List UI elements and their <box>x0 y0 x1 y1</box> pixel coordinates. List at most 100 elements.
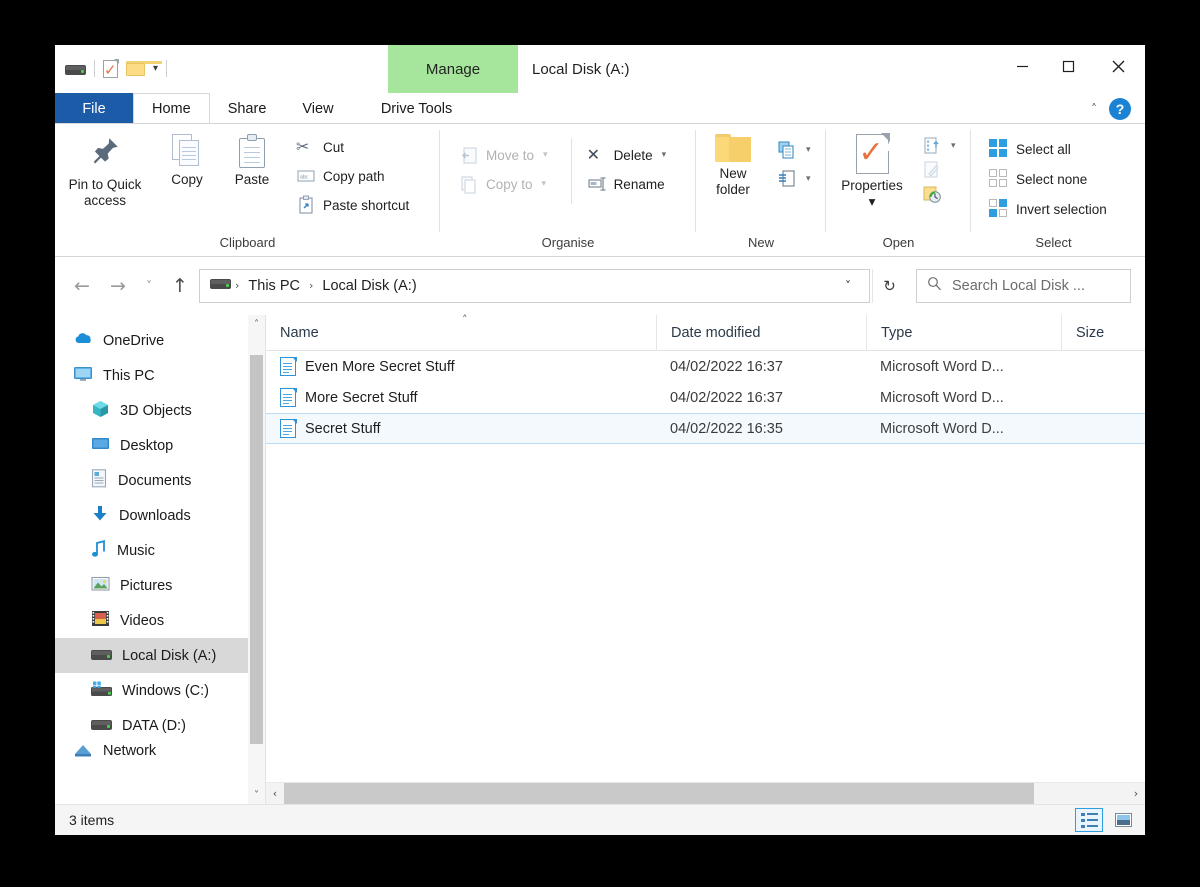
file-date-cell: 04/02/2022 16:35 <box>670 420 783 437</box>
column-header-date-modified[interactable]: Date modified <box>656 315 866 350</box>
easy-access-button[interactable]: ▾ <box>770 165 818 193</box>
music-icon <box>91 539 107 562</box>
recent-locations-button[interactable]: ˅ <box>137 269 161 303</box>
svg-text:abc: abc <box>300 175 309 181</box>
quick-access-toolbar: ✓ ▾ <box>55 45 168 81</box>
file-list-rows: Even More Secret Stuff 04/02/2022 16:37 … <box>266 351 1145 782</box>
select-commands: Select all Select none Invert selection <box>985 133 1111 222</box>
up-button[interactable]: ↑ <box>163 269 197 303</box>
new-folder-button[interactable]: New folder <box>696 130 770 198</box>
tab-share[interactable]: Share <box>210 93 285 124</box>
paste-button[interactable]: Paste <box>219 130 285 188</box>
sidebar-item-local-disk-a[interactable]: Local Disk (A:) <box>55 638 265 673</box>
sidebar-item-onedrive[interactable]: OneDrive <box>55 323 265 358</box>
copy-button[interactable]: Copy <box>155 130 219 188</box>
tab-drive-tools[interactable]: Drive Tools <box>351 93 482 124</box>
sidebar-item-music[interactable]: Music <box>55 533 265 568</box>
table-row[interactable]: Even More Secret Stuff 04/02/2022 16:37 … <box>266 351 1145 382</box>
nav-scroll-thumb[interactable] <box>250 355 263 744</box>
breadcrumb[interactable]: › This PC › Local Disk (A:) ˅ <box>199 268 870 303</box>
hscroll-thumb[interactable] <box>284 783 1035 804</box>
hscroll-track[interactable] <box>284 783 1127 804</box>
paste-icon <box>239 134 265 168</box>
select-all-button[interactable]: Select all <box>985 136 1111 162</box>
select-none-button[interactable]: Select none <box>985 166 1111 192</box>
help-button[interactable]: ? <box>1109 97 1131 120</box>
breadcrumb-local-disk-a[interactable]: Local Disk (A:) <box>317 278 421 294</box>
minimize-button[interactable] <box>999 45 1045 87</box>
file-explorer-window: ✓ ▾ Manage Local Disk (A:) File Home Sha… <box>55 45 1145 835</box>
sidebar-item-network[interactable]: Network <box>55 743 265 761</box>
pin-to-quick-access-label: Pin to Quick access <box>68 177 142 208</box>
sidebar-item-videos-label: Videos <box>120 612 165 629</box>
column-header-size[interactable]: Size <box>1061 315 1141 350</box>
edit-button[interactable] <box>918 158 960 182</box>
tab-home[interactable]: Home <box>133 93 210 124</box>
tab-view[interactable]: View <box>284 93 351 124</box>
refresh-button[interactable]: ↻ <box>872 268 906 303</box>
drive-icon[interactable] <box>65 62 86 76</box>
new-folder-icon[interactable] <box>126 61 162 76</box>
pin-to-quick-access-button[interactable]: Pin to Quick access <box>55 130 155 209</box>
sidebar-item-downloads[interactable]: Downloads <box>55 498 265 533</box>
new-item-button[interactable]: ▾ <box>770 136 818 164</box>
sidebar-item-windows-c[interactable]: Windows (C:) <box>55 673 265 708</box>
sidebar-item-this-pc[interactable]: This PC <box>55 358 265 393</box>
file-type-cell: Microsoft Word D... <box>880 358 1004 375</box>
sidebar-item-documents[interactable]: Documents <box>55 463 265 498</box>
table-row[interactable]: Secret Stuff 04/02/2022 16:35 Microsoft … <box>266 413 1145 444</box>
hscroll-left-icon[interactable]: ‹ <box>266 783 284 804</box>
nav-scroll-up-icon[interactable]: ˄ <box>248 315 265 333</box>
navigation-pane-scrollbar[interactable]: ˄ ˅ <box>248 315 265 804</box>
back-button[interactable]: ← <box>65 269 99 303</box>
qat-dropdown-icon[interactable]: ▾ <box>153 63 158 74</box>
collapse-ribbon-icon[interactable]: ˄ <box>1091 102 1097 116</box>
copy-to-icon <box>459 174 479 194</box>
copy-path-button[interactable]: abc Copy path <box>289 162 416 190</box>
copy-to-button[interactable]: Copy to ▾ <box>452 170 555 198</box>
column-header-name[interactable]: Name ˄ <box>266 313 656 350</box>
address-bar: ← → ˅ ↑ › This PC › Local Disk (A:) ˅ ↻ <box>55 257 1145 315</box>
large-icons-view-icon <box>1114 813 1132 827</box>
properties-icon[interactable]: ✓ <box>103 58 119 78</box>
large-icons-view-button[interactable] <box>1109 808 1137 832</box>
properties-button[interactable]: ✓ Properties ▾ <box>826 130 918 210</box>
search-box[interactable] <box>916 268 1131 303</box>
tab-file[interactable]: File <box>55 93 133 124</box>
cut-button[interactable]: ✂ Cut <box>289 133 416 161</box>
move-to-button[interactable]: Move to ▾ <box>452 141 555 169</box>
close-button[interactable] <box>1091 45 1145 87</box>
nav-scroll-down-icon[interactable]: ˅ <box>248 786 265 804</box>
sidebar-item-pictures[interactable]: Pictures <box>55 568 265 603</box>
rename-button[interactable]: Rename <box>580 170 674 198</box>
details-view-button[interactable] <box>1075 808 1103 832</box>
sidebar-item-desktop[interactable]: Desktop <box>55 428 265 463</box>
sidebar-item-data-d[interactable]: DATA (D:) <box>55 708 265 743</box>
maximize-button[interactable] <box>1045 45 1091 87</box>
paste-shortcut-button[interactable]: Paste shortcut <box>289 191 416 219</box>
sidebar-item-desktop-label: Desktop <box>120 437 174 454</box>
hscroll-right-icon[interactable]: › <box>1127 783 1145 804</box>
delete-button[interactable]: ✕ Delete ▾ <box>580 141 674 169</box>
open-button[interactable]: ▾ <box>918 134 960 158</box>
qat-separator-1 <box>94 60 95 77</box>
forward-button[interactable]: → <box>101 269 135 303</box>
paste-shortcut-label: Paste shortcut <box>323 197 410 213</box>
sidebar-item-3d-objects[interactable]: 3D Objects <box>55 393 265 428</box>
file-list-horizontal-scrollbar[interactable]: ‹ › <box>266 782 1145 804</box>
breadcrumb-dropdown-icon[interactable]: ˅ <box>833 270 863 302</box>
window-title: Local Disk (A:) <box>532 45 630 93</box>
breadcrumb-this-pc[interactable]: This PC <box>243 278 305 294</box>
select-all-icon <box>989 139 1009 159</box>
search-input[interactable] <box>950 276 1120 295</box>
select-none-icon <box>989 169 1009 189</box>
table-row[interactable]: More Secret Stuff 04/02/2022 16:37 Micro… <box>266 382 1145 413</box>
invert-selection-button[interactable]: Invert selection <box>985 196 1111 222</box>
file-type-cell: Microsoft Word D... <box>880 389 1004 406</box>
network-icon <box>73 743 93 761</box>
sidebar-item-videos[interactable]: Videos <box>55 603 265 638</box>
column-header-type[interactable]: Type <box>866 315 1061 350</box>
history-button[interactable] <box>918 182 960 206</box>
copy-to-label: Copy to <box>486 176 533 192</box>
file-name-label: Secret Stuff <box>305 420 381 437</box>
